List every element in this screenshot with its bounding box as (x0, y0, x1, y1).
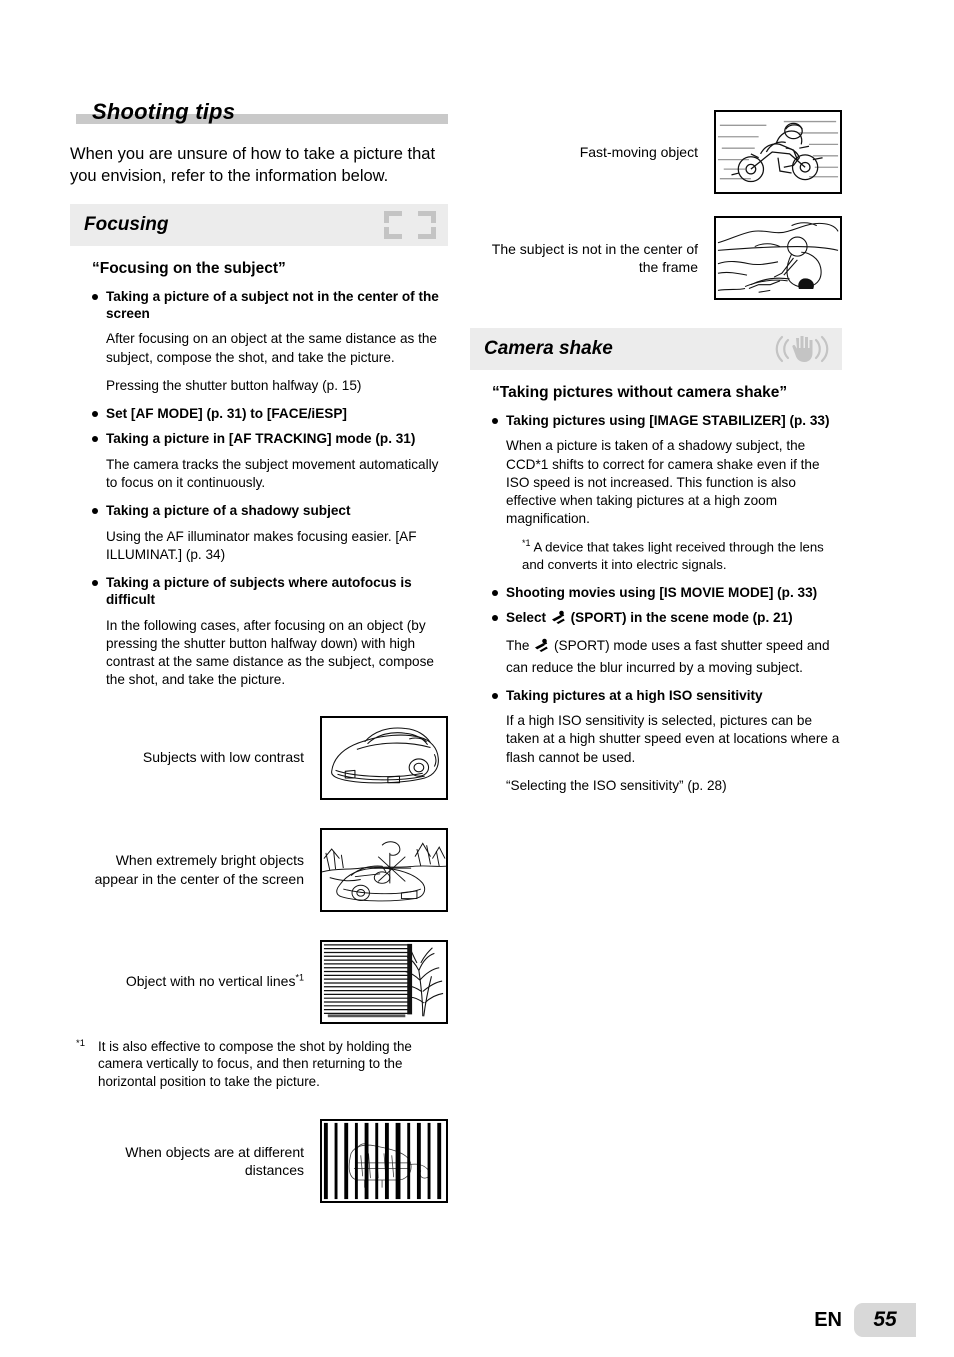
footnote-note: *1 A device that takes light received th… (522, 538, 842, 573)
focusing-body: “Focusing on the subject” Taking a pictu… (70, 260, 448, 690)
body-paragraph: “Selecting the ISO sensitivity” (p. 28) (506, 777, 727, 793)
chapter-title-text: Shooting tips (92, 99, 236, 124)
para-sport-suffix: (SPORT) mode uses a fast shutter speed a… (506, 638, 830, 675)
bullet-item: Taking pictures using [IMAGE STABILIZER]… (492, 412, 842, 429)
shaking-hand-icon (772, 332, 832, 366)
illustration-person-sitting-landscape (714, 216, 842, 300)
illustration-car-low-contrast (320, 715, 448, 800)
footnote-block: *1 It is also effective to compose the s… (76, 1038, 448, 1092)
footnote-marker: *1 (522, 538, 531, 549)
right-column: Fast-moving object The subject is not in… (470, 110, 842, 805)
section-title-camera-shake: Camera shake (484, 338, 613, 359)
bullet-item: Set [AF MODE] (p. 31) to [FACE/iESP] (92, 405, 448, 422)
figure-caption: Subjects with low contrast (142, 749, 304, 766)
illustration-motorcycle-motion-blur (714, 110, 842, 194)
footnote-text: It is also effective to compose the shot… (98, 1038, 412, 1090)
body-paragraph: The camera tracks the subject movement a… (106, 456, 439, 490)
bullet-item-sport: Select (SPORT) in the scene mode (p. 21) (492, 609, 842, 629)
bullet-item: Taking a picture of a subject not in the… (92, 288, 448, 323)
section-header-focusing: Focusing (70, 203, 448, 246)
figure-row: Fast-moving object (470, 110, 842, 194)
body-paragraph: When a picture is taken of a shadowy sub… (506, 438, 820, 527)
figure-row: Object with no vertical lines*1 (70, 939, 448, 1024)
para-sport-prefix: The (506, 638, 530, 654)
body-paragraph: If a high ISO sensitivity is selected, p… (506, 713, 840, 765)
bullet-item: Taking a picture of subjects where autof… (92, 574, 448, 609)
footnote-note-text: A device that takes light received throu… (522, 539, 824, 573)
bullet-item: Taking a picture of a shadowy subject (92, 502, 448, 519)
figure-caption: When objects are at different distances (125, 1144, 304, 1179)
bullet-sport-suffix: (SPORT) in the scene mode (p. 21) (570, 610, 793, 626)
figure-row: Subjects with low contrast (70, 715, 448, 800)
figure-caption: Fast-moving object (579, 143, 698, 160)
body-paragraph: Using the AF illuminator makes focusing … (106, 528, 417, 562)
footnote-marker: *1 (295, 972, 304, 983)
camera-shake-body: “Taking pictures without camera shake” T… (470, 384, 842, 795)
left-column: Shooting tips When you are unsure of how… (70, 96, 448, 1204)
body-paragraph: After focusing on an object at the same … (106, 331, 437, 365)
page-footer: EN 55 (0, 1301, 954, 1357)
bullet-item: Taking pictures at a high ISO sensitivit… (492, 687, 842, 704)
body-paragraph-sport: The (SPORT) mode uses a fast shutter spe… (506, 637, 842, 676)
figure-row: The subject is not in the center of the … (470, 216, 842, 300)
section-header-camera-shake: Camera shake (470, 328, 842, 370)
body-paragraph: In the following cases, after focusing o… (106, 617, 434, 688)
illustration-tiger-behind-bars (320, 1119, 448, 1204)
illustration-car-backlit-sun (320, 827, 448, 912)
figure-caption: The subject is not in the center of the … (491, 240, 698, 275)
page-number-badge: 55 (854, 1303, 916, 1337)
sport-scene-icon (533, 638, 550, 658)
bullet-item: Taking a picture in [AF TRACKING] mode (… (92, 430, 448, 447)
af-frame-icon (382, 209, 438, 241)
figure-caption: Object with no vertical lines*1 (125, 972, 304, 990)
bullet-item: Shooting movies using [IS MOVIE MODE] (p… (492, 584, 842, 601)
language-code: EN (814, 1308, 842, 1331)
intro-paragraph: When you are unsure of how to take a pic… (70, 145, 436, 185)
body-paragraph: Pressing the shutter button halfway (p. … (106, 377, 362, 393)
bullet-sport-prefix: Select (506, 610, 547, 626)
focusing-heading: “Focusing on the subject” (92, 259, 286, 277)
manual-page: Shooting tips When you are unsure of how… (0, 0, 954, 1357)
figure-row: When extremely bright objects appear in … (70, 827, 448, 912)
figure-caption: When extremely bright objects appear in … (94, 852, 304, 887)
figure-row: When objects are at different distances (70, 1119, 448, 1204)
section-title-focusing: Focusing (84, 213, 169, 235)
chapter-title: Shooting tips (70, 96, 448, 126)
sport-scene-icon (550, 610, 567, 629)
illustration-horizontal-blinds-plant (320, 939, 448, 1024)
camera-shake-heading: “Taking pictures without camera shake” (492, 384, 788, 401)
footnote-marker: *1 (76, 1037, 85, 1049)
